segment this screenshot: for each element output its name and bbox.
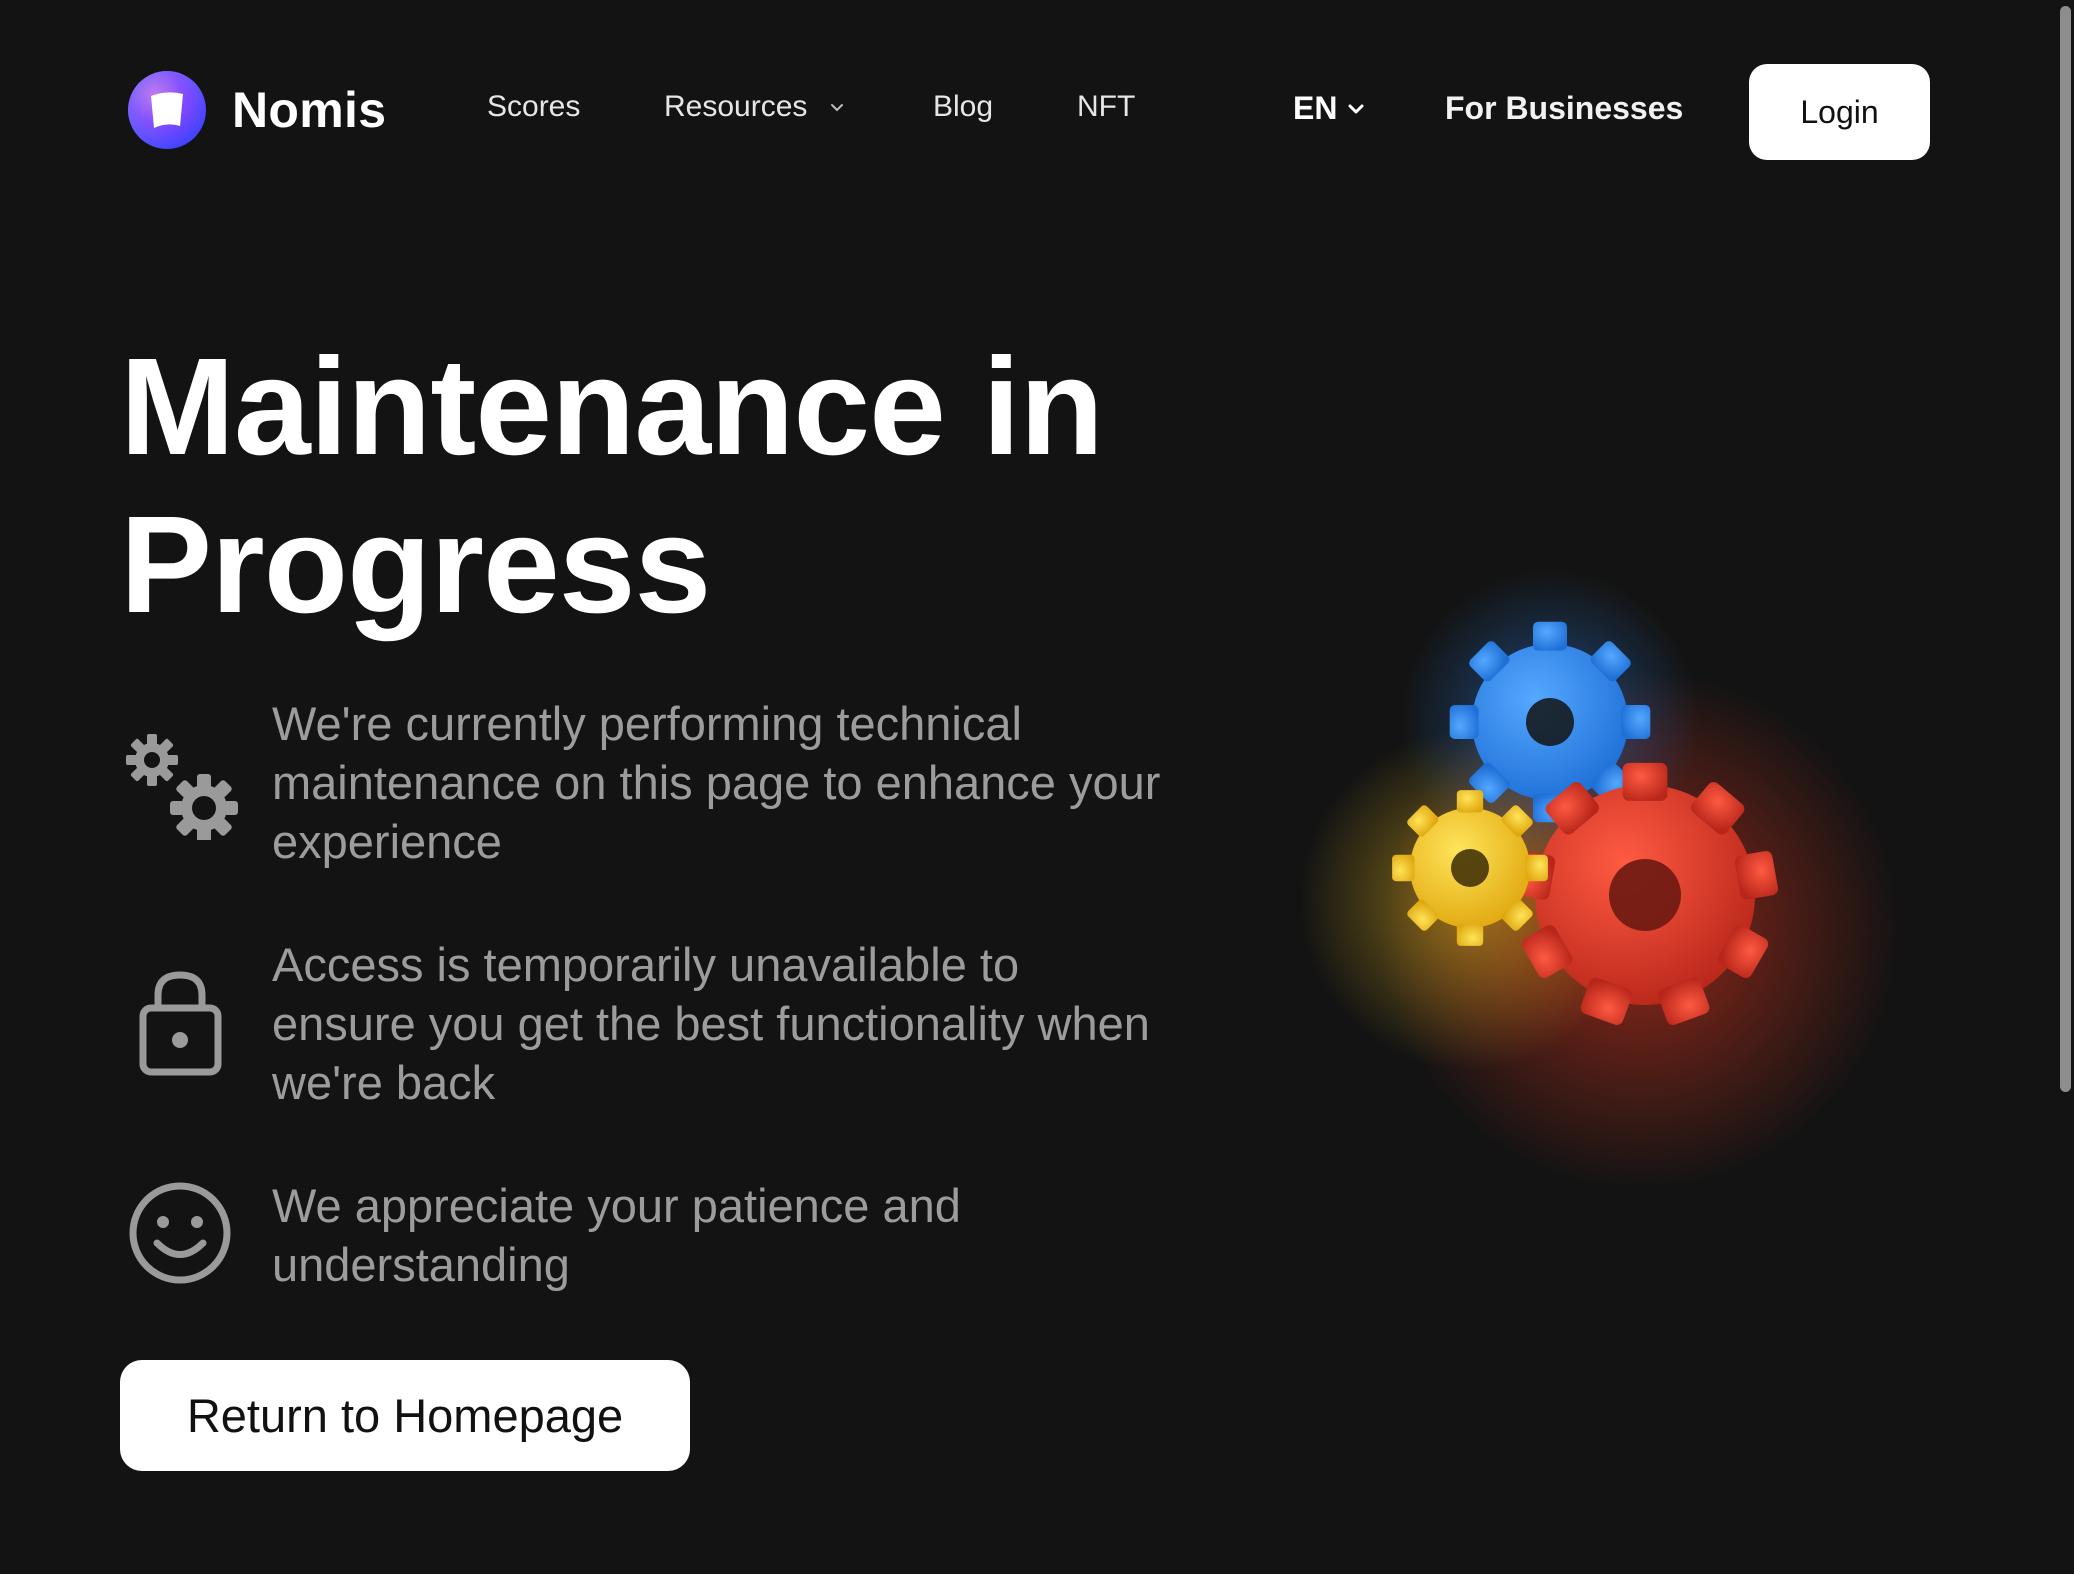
gears-icon xyxy=(126,734,238,840)
smiley-icon xyxy=(129,1182,231,1284)
nav-link-resources-label: Resources xyxy=(664,90,808,123)
feature-text-patience: We appreciate your patience and understa… xyxy=(272,1179,961,1291)
login-button[interactable]: Login xyxy=(1749,64,1930,160)
language-label: EN xyxy=(1293,90,1338,126)
return-homepage-button[interactable]: Return to Homepage xyxy=(120,1360,690,1471)
page-title: Maintenance in Progress xyxy=(120,330,1104,642)
page-scrollbar[interactable] xyxy=(2056,0,2074,1574)
for-businesses-link[interactable]: For Businesses xyxy=(1445,90,1683,127)
nav-link-scores[interactable]: Scores xyxy=(487,90,580,124)
feature-text-maintenance: We're currently performing technical mai… xyxy=(272,697,1161,868)
chevron-down-icon xyxy=(1348,104,1364,113)
feature-text-access: Access is temporarily unavailable to ens… xyxy=(272,938,1150,1109)
brand-name: Nomis xyxy=(232,82,387,138)
brand-logo[interactable]: Nomis xyxy=(127,70,386,150)
site-header: Nomis Scores Resources Blog NFT EN For B… xyxy=(0,0,2040,226)
nav-link-resources[interactable]: Resources xyxy=(664,90,845,124)
nomis-logo-icon xyxy=(128,71,206,149)
language-selector[interactable]: EN xyxy=(1293,90,1365,127)
nav-link-blog[interactable]: Blog xyxy=(933,90,993,124)
gears-illustration xyxy=(1300,570,1900,1190)
lock-icon xyxy=(139,971,222,1076)
scrollbar-thumb[interactable] xyxy=(2060,6,2071,1092)
chevron-down-icon xyxy=(831,104,844,112)
nav-link-nft[interactable]: NFT xyxy=(1077,90,1135,124)
